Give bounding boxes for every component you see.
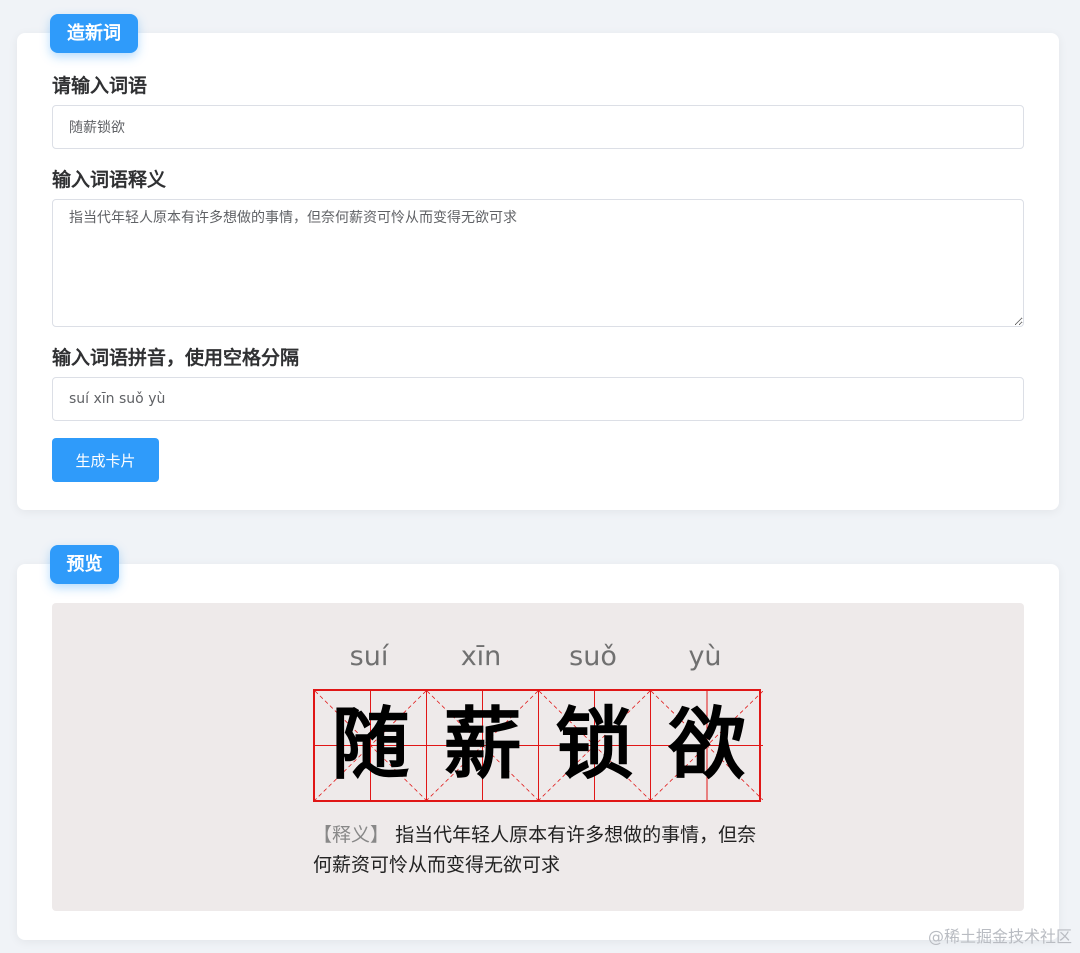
tianzige-cell: 欲 — [651, 691, 763, 800]
tianzige-cell: 锁 — [539, 691, 651, 800]
pinyin-row: suí xīn suǒ yù — [313, 641, 761, 681]
character-grid: 随 薪 锁 欲 — [313, 689, 763, 802]
pinyin-syllable: yù — [688, 641, 722, 672]
tianzige-cell: 薪 — [427, 691, 539, 800]
meaning-label: 输入词语释义 — [52, 170, 167, 191]
word-input[interactable] — [52, 105, 1024, 149]
pinyin-syllable: xīn — [460, 641, 502, 672]
word-label: 请输入词语 — [52, 76, 148, 97]
pinyin-input[interactable] — [52, 377, 1024, 421]
preview-tag: 预览 — [50, 545, 119, 584]
generate-card-button[interactable]: 生成卡片 — [52, 438, 159, 482]
pinyin-label: 输入词语拼音，使用空格分隔 — [52, 348, 300, 369]
hanzi-character: 随 — [331, 700, 410, 790]
hanzi-character: 薪 — [443, 700, 522, 790]
watermark: @稀土掘金技术社区 — [927, 927, 1072, 946]
hanzi-character: 欲 — [667, 700, 746, 790]
tianzige-cell: 随 — [315, 691, 427, 800]
hanzi-character: 锁 — [555, 700, 634, 790]
pinyin-syllable: suí — [349, 641, 389, 672]
meaning-textarea[interactable]: 指当代年轻人原本有许多想做的事情，但奈何薪资可怜从而变得无欲可求 — [52, 199, 1024, 327]
pinyin-syllable: suǒ — [569, 641, 617, 672]
preview-meaning: 【释义】 指当代年轻人原本有许多想做的事情，但奈何薪资可怜从而变得无欲可求 — [313, 820, 763, 880]
meaning-tag: 【释义】 — [313, 824, 390, 846]
create-word-tag: 造新词 — [50, 14, 138, 53]
